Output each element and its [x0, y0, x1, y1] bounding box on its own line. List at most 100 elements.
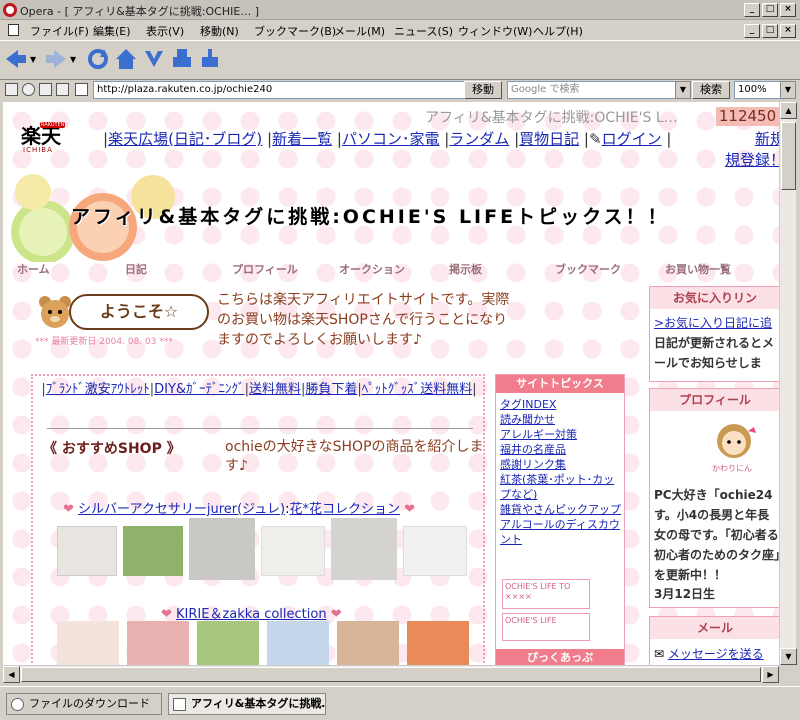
- cookie-icon[interactable]: [22, 83, 35, 96]
- shop2-link[interactable]: KIRIE＆zakka collection: [176, 607, 327, 622]
- topic-reading[interactable]: 読み聞かせ: [500, 412, 622, 427]
- back-icon[interactable]: [4, 47, 28, 71]
- menu-view[interactable]: 表示(V): [146, 23, 184, 39]
- zoom-dropdown-icon[interactable]: ▼: [780, 81, 796, 99]
- nav-login[interactable]: ログイン: [602, 130, 662, 148]
- cat-diy[interactable]: DIY&ｶﾞｰﾃﾞﾆﾝｸﾞ: [154, 382, 244, 397]
- tab-diary[interactable]: 日記: [125, 261, 147, 277]
- url-input[interactable]: http://plaza.rakuten.co.jp/ochie240: [93, 81, 477, 99]
- menu-file[interactable]: ファイル(F): [30, 23, 89, 39]
- page-tab-label: アフィリ&基本タグに挑戦…: [191, 697, 326, 710]
- menu-mail[interactable]: メール(M): [334, 23, 385, 39]
- cat-pet[interactable]: ﾍﾟｯﾄｸﾞｯｽﾞ送料無料: [362, 382, 473, 397]
- product-image[interactable]: [407, 621, 469, 665]
- shop1b-link[interactable]: 花*花コレクション: [289, 502, 400, 517]
- product-image[interactable]: [189, 518, 255, 580]
- product-image[interactable]: [337, 621, 399, 665]
- shop2-line: ❤ KIRIE＆zakka collection ❤: [161, 603, 342, 622]
- topic-links[interactable]: 感謝リンク集: [500, 457, 622, 472]
- reload-icon[interactable]: [86, 47, 110, 71]
- menu-bookmarks[interactable]: ブックマーク(B): [254, 23, 336, 39]
- product-image[interactable]: [403, 526, 467, 576]
- menu-navigate[interactable]: 移動(N): [200, 23, 239, 39]
- page-icon[interactable]: [56, 83, 69, 96]
- download-task[interactable]: ファイルのダウンロード: [6, 693, 162, 715]
- page-tab[interactable]: アフィリ&基本タグに挑戦…: [168, 693, 326, 715]
- search-dropdown-icon[interactable]: ▼: [675, 81, 691, 99]
- heart-icon: ❤: [326, 607, 342, 622]
- forward-icon[interactable]: [44, 47, 68, 71]
- topic-alcohol[interactable]: アルコールのディスカウント: [500, 517, 622, 547]
- wand-icon[interactable]: [198, 47, 222, 71]
- favorites-link[interactable]: >お気に入り日記に追: [654, 313, 776, 333]
- product-image[interactable]: [57, 621, 119, 665]
- close-button[interactable]: ×: [780, 3, 796, 17]
- tab-auction[interactable]: オークション: [339, 261, 405, 277]
- print-icon[interactable]: [170, 47, 194, 71]
- topic-zakka[interactable]: 雑貨やさんピックアップ: [500, 502, 622, 517]
- shop1-link[interactable]: シルバーアクセサリーjurer(ジュレ): [78, 502, 285, 517]
- mail-link[interactable]: メッセージを送る: [668, 647, 764, 661]
- product-image[interactable]: [57, 526, 117, 576]
- pickup-title: ぴっくあっぷ: [496, 649, 624, 665]
- mail-title: メール: [650, 617, 779, 639]
- topic-tag-index[interactable]: タグINDEX: [500, 397, 622, 412]
- menu-help[interactable]: ヘルプ(H): [533, 23, 583, 39]
- go-button[interactable]: 移動: [464, 81, 502, 99]
- security-icon[interactable]: [39, 83, 52, 96]
- product-image[interactable]: [127, 621, 189, 665]
- product-image[interactable]: [261, 526, 325, 576]
- product-image[interactable]: [267, 621, 329, 665]
- nav-pc[interactable]: パソコン･家電: [342, 130, 440, 148]
- doc-restore-button[interactable]: □: [762, 24, 778, 38]
- banner-link-1[interactable]: OCHIE'S LIFE TO ××××: [502, 579, 590, 609]
- cat-underwear[interactable]: 勝負下着: [305, 382, 357, 397]
- tab-bookmark[interactable]: ブックマーク: [555, 261, 621, 277]
- horizontal-scrollbar[interactable]: ◀ ▶: [3, 665, 779, 683]
- forward-dropdown-icon[interactable]: ▼: [70, 55, 76, 64]
- banner-link-2[interactable]: OCHIE'S LIFE: [502, 613, 590, 641]
- nav-new[interactable]: 新着一覧: [272, 130, 332, 148]
- vertical-scrollbar[interactable]: ▲ ▼: [779, 102, 797, 665]
- topic-fukui[interactable]: 福井の名産品: [500, 442, 622, 457]
- tab-bbs[interactable]: 掲示板: [449, 261, 482, 277]
- menu-window[interactable]: ウィンドウ(W): [458, 23, 532, 39]
- lock-icon[interactable]: [5, 83, 18, 96]
- topics-panel: サイトトピックス タグINDEX 読み聞かせ アレルギー対策 福井の名産品 感謝…: [495, 374, 625, 665]
- main-box: |ﾌﾞﾗﾝﾄﾞ激安ｱｳﾄﾚｯﾄ|DIY&ｶﾞｰﾃﾞﾆﾝｸﾞ|送料無料|勝負下着|…: [31, 374, 485, 665]
- hotlist-icon[interactable]: [142, 47, 166, 71]
- nav-shopping-diary[interactable]: 買物日記: [519, 130, 579, 148]
- topic-allergy[interactable]: アレルギー対策: [500, 427, 622, 442]
- nav-signup[interactable]: 新規登録！: [755, 130, 779, 148]
- search-button[interactable]: 検索: [692, 81, 730, 99]
- cat-brand[interactable]: ﾌﾞﾗﾝﾄﾞ激安ｱｳﾄﾚｯﾄ: [46, 382, 150, 397]
- tab-home[interactable]: ホーム: [17, 261, 50, 277]
- scroll-up-icon[interactable]: ▲: [780, 102, 797, 119]
- document-icon: [8, 24, 19, 36]
- scroll-left-icon[interactable]: ◀: [3, 666, 20, 683]
- topic-tea[interactable]: 紅茶(茶葉･ポット･カップなど): [500, 472, 622, 502]
- scroll-right-icon[interactable]: ▶: [762, 666, 779, 683]
- nav-rakuten-plaza[interactable]: 楽天広場(日記･ブログ): [108, 130, 262, 148]
- hscroll-thumb[interactable]: [21, 667, 761, 682]
- bear-icon: [39, 296, 71, 328]
- product-image[interactable]: [331, 518, 397, 580]
- menu-news[interactable]: ニュース(S): [394, 23, 453, 39]
- product-image[interactable]: [197, 621, 259, 665]
- maximize-button[interactable]: □: [762, 3, 778, 17]
- menu-edit[interactable]: 編集(E): [93, 23, 131, 39]
- scroll-down-icon[interactable]: ▼: [780, 648, 797, 665]
- search-input[interactable]: Google で検索: [507, 81, 691, 99]
- back-dropdown-icon[interactable]: ▼: [30, 55, 36, 64]
- doc-minimize-button[interactable]: _: [744, 24, 760, 38]
- nav-random[interactable]: ランダム: [449, 130, 509, 148]
- minimize-button[interactable]: _: [744, 3, 760, 17]
- cat-free[interactable]: 送料無料: [249, 382, 301, 397]
- home-icon[interactable]: [114, 47, 138, 71]
- product-image[interactable]: [123, 526, 183, 576]
- tab-profile[interactable]: プロフィール: [232, 261, 298, 277]
- scroll-thumb[interactable]: [781, 122, 796, 190]
- zoom-input[interactable]: 100%: [734, 81, 782, 99]
- tab-shopping[interactable]: お買い物一覧: [665, 261, 731, 277]
- doc-close-button[interactable]: ×: [780, 24, 796, 38]
